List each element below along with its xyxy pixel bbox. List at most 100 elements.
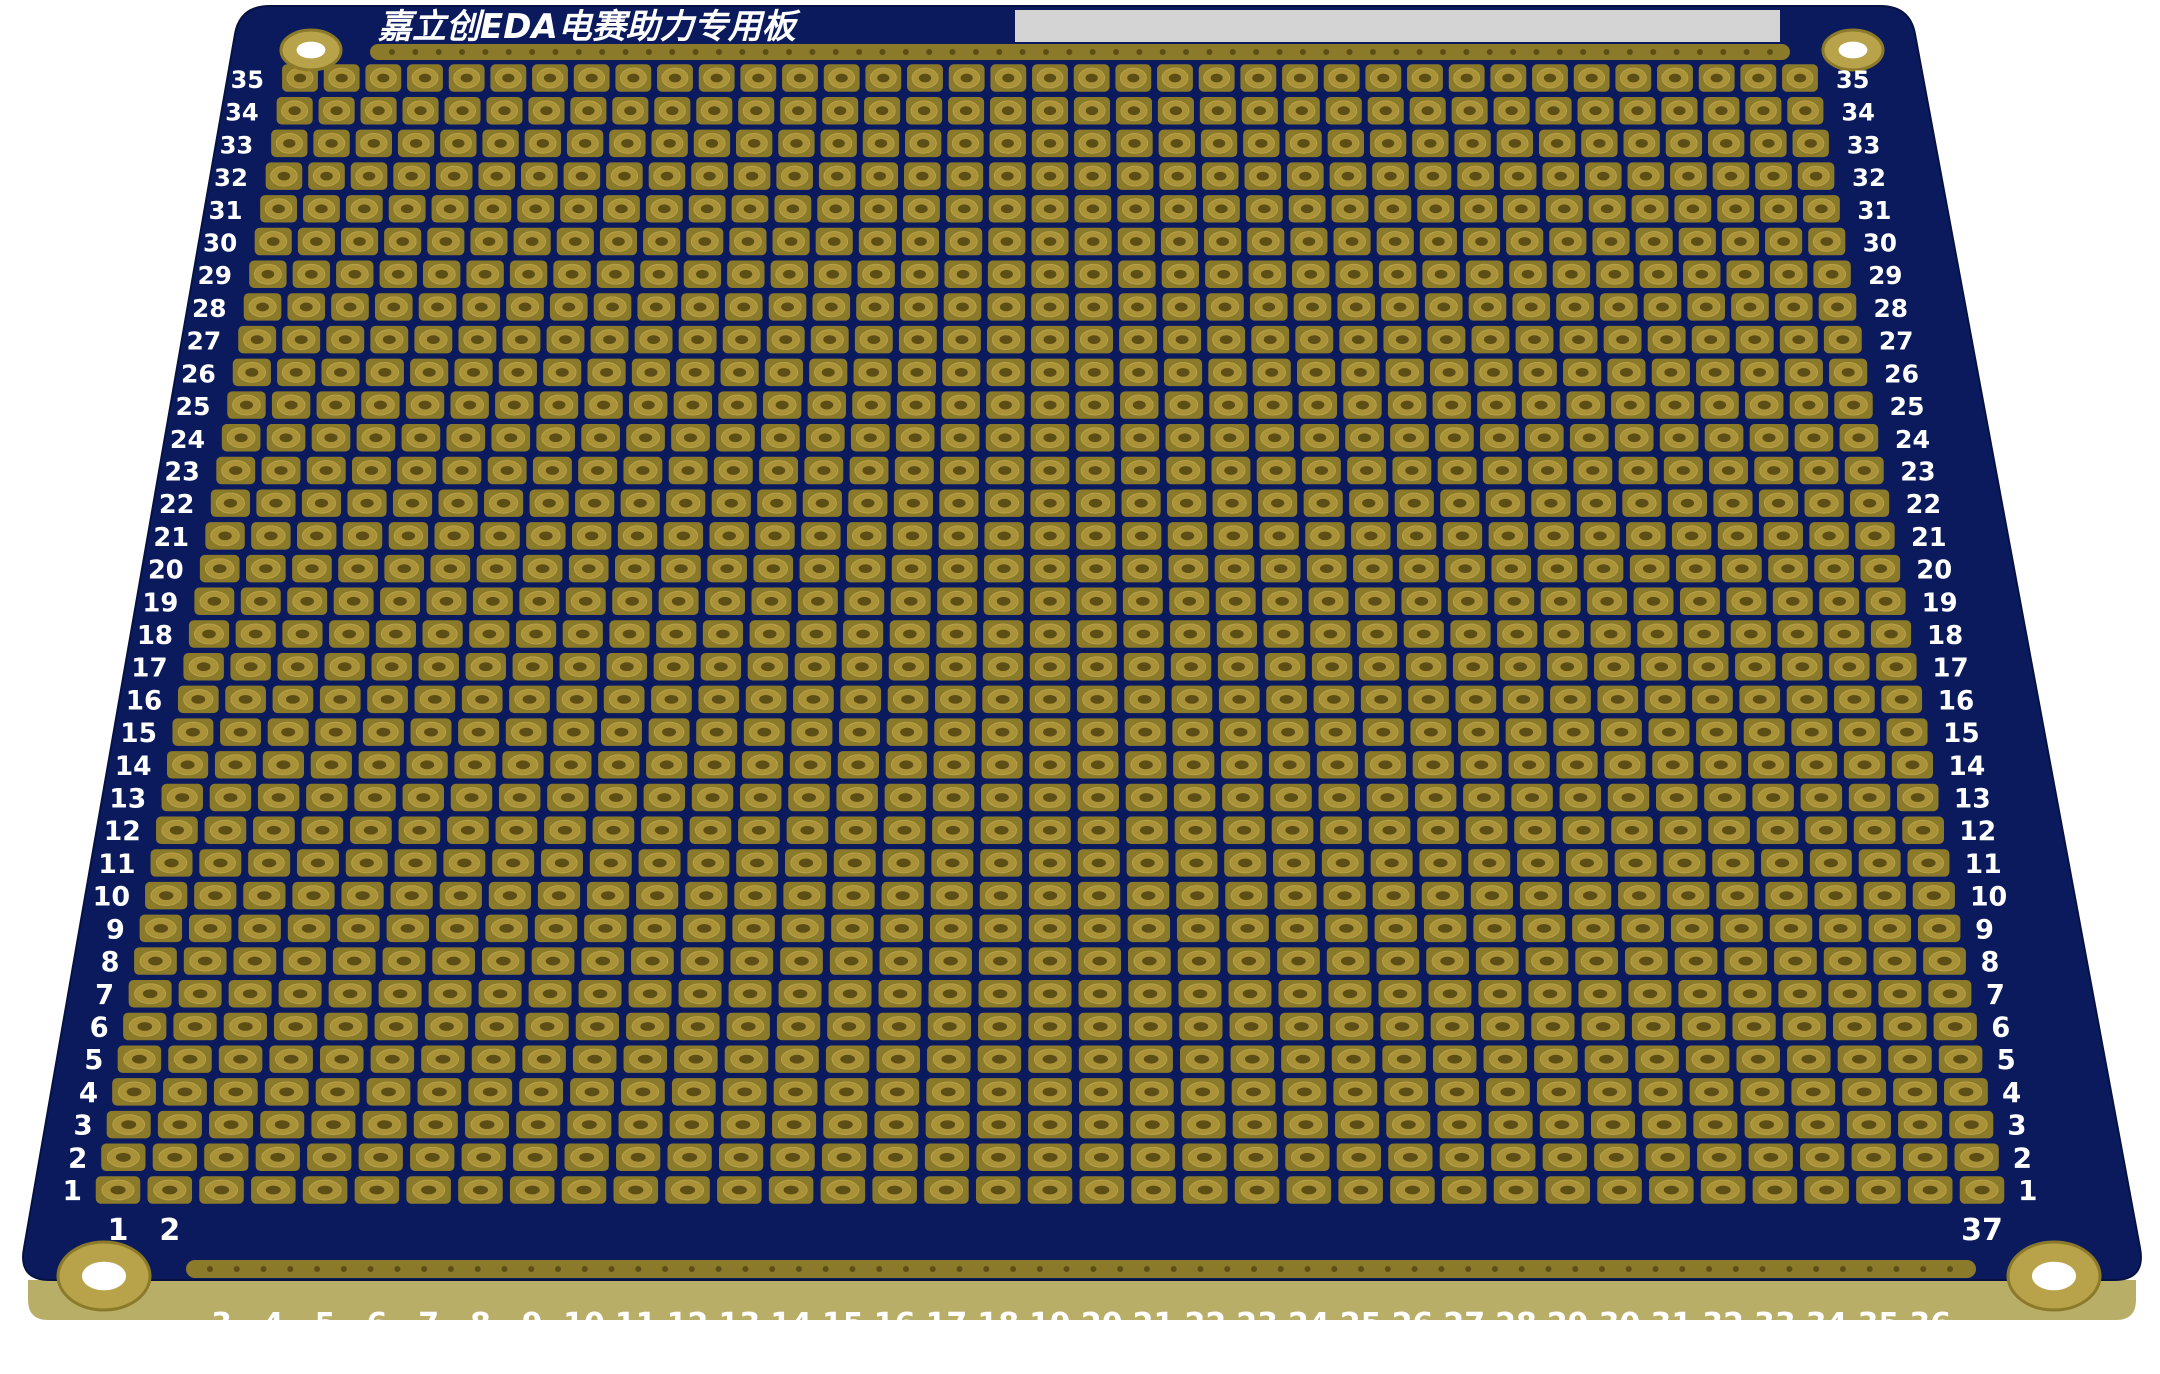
pad [1483,1045,1528,1073]
pad [1427,325,1466,354]
pad [1031,293,1069,321]
pad [1179,1012,1223,1041]
pad [1829,358,1868,387]
pad [693,129,731,158]
pad [402,96,439,125]
pad-hole [901,695,915,704]
pad [1174,816,1217,844]
pad [1572,914,1615,943]
pad [528,96,565,125]
pad [1531,489,1571,517]
pad-hole [1505,106,1518,116]
pad [321,358,360,387]
pad [1584,1045,1629,1073]
pad-hole [1873,564,1888,573]
pad-hole [533,1087,549,1097]
pad-hole [994,825,1009,835]
pad [778,129,815,158]
pad-hole [1043,171,1057,181]
pad-hole [1000,237,1014,246]
pad-hole [1239,891,1254,901]
pad [1029,620,1071,648]
pad-hole [1256,171,1270,181]
pad [1221,751,1263,779]
rail-hole [1304,1266,1311,1272]
pad [1855,522,1895,550]
pad [1670,914,1714,943]
pad-hole [806,695,821,704]
pad-hole [993,923,1008,933]
pad [1122,554,1163,583]
pad [177,685,219,714]
pad-hole [954,367,968,377]
pad-hole [1442,989,1458,999]
pad-hole [1234,760,1249,770]
pad-hole [649,302,663,312]
pad [1259,522,1299,550]
pad [1360,685,1402,714]
pad [1335,260,1373,288]
pad [780,947,823,975]
pad [933,751,975,779]
pad-hole [709,727,724,737]
pad [220,718,262,746]
pad [1170,652,1212,681]
pad [1392,456,1432,485]
pad [1437,456,1477,485]
pad [1556,293,1594,321]
pad [658,587,699,616]
pad-hole [905,531,920,541]
pad [1622,489,1662,517]
pad [240,587,281,616]
pad-hole [1639,171,1653,181]
pad [1256,456,1296,485]
pad-hole [1576,825,1591,835]
pad-hole [1656,1120,1672,1129]
pad [681,293,719,321]
pad [1494,587,1535,616]
pad-hole [945,858,960,868]
rail-hole [1720,49,1727,55]
pad-hole [917,139,930,148]
pad-hole [506,858,521,868]
pad-hole [642,989,658,999]
pad-hole [1664,367,1678,377]
pad [937,587,978,616]
pad-hole [142,989,158,999]
pad-hole [1628,858,1643,868]
pad [1643,293,1682,321]
pad [1074,293,1113,321]
pad [1837,1045,1882,1073]
pad [1211,456,1251,485]
pad [727,260,765,288]
pad [1480,1012,1525,1041]
pad-hole [460,825,476,835]
pad-hole [768,531,782,541]
pad-hole [1390,956,1406,966]
pad [1834,391,1873,419]
pad [544,816,586,844]
pad-hole [669,629,684,639]
pad [1463,783,1505,812]
pad-hole [1134,498,1148,508]
pad [1546,652,1588,681]
pad-hole [1484,891,1500,901]
pad [1408,685,1449,714]
pad [1125,751,1167,779]
pad-hole [1292,989,1308,999]
pad [1437,1110,1482,1139]
pad-hole [1720,139,1733,148]
pad-hole [591,466,605,475]
pad-hole [1795,662,1810,672]
pad-hole [1328,727,1343,737]
pad [333,587,374,616]
pad [1164,391,1204,419]
pad [812,293,851,321]
pad [1761,849,1804,877]
pad [1587,587,1628,616]
pad [520,162,558,190]
pad [1465,260,1504,288]
pad-hole [710,73,723,83]
pad-hole [638,433,653,443]
pad [277,358,316,387]
